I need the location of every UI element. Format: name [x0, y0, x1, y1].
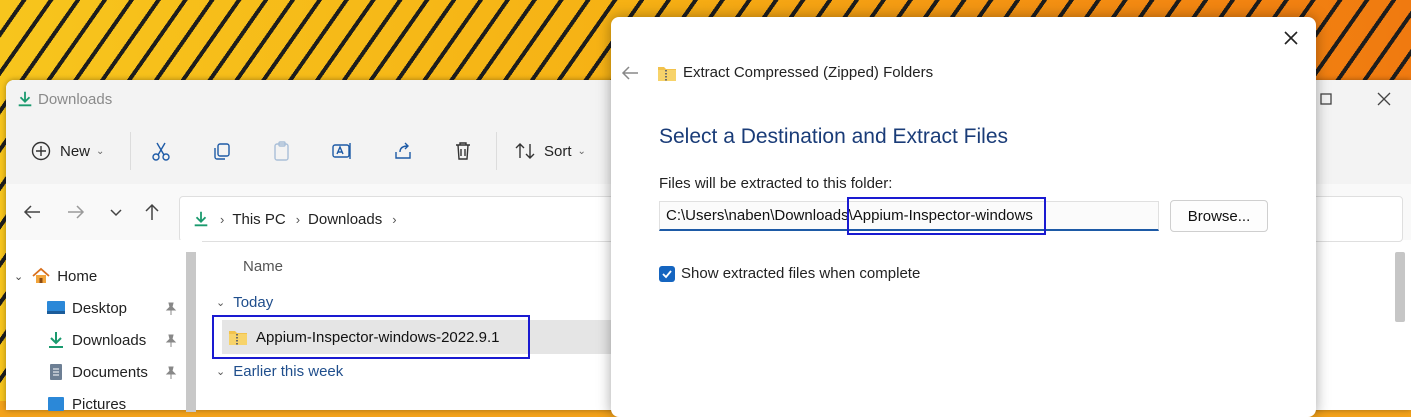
chevron-down-icon: ⌄ — [577, 145, 586, 157]
sort-icon — [515, 143, 535, 159]
breadcrumb-chevron-icon: › — [220, 211, 225, 227]
recent-locations-chevron-icon[interactable] — [104, 200, 128, 224]
pin-icon — [165, 302, 177, 315]
rename-icon — [332, 143, 351, 159]
dialog-heading: Select a Destination and Extract Files — [659, 125, 1009, 148]
checkbox-label: Show extracted files when complete — [681, 265, 921, 282]
group-header-earlier-this-week[interactable]: ⌄ Earlier this week — [216, 363, 343, 380]
copy-button[interactable] — [211, 136, 233, 166]
browse-button[interactable]: Browse... — [1170, 200, 1268, 232]
sidebar-item-downloads[interactable]: Downloads — [46, 327, 146, 353]
file-list-scrollbar[interactable] — [1395, 252, 1405, 322]
navigation-pane: ⌄ Home Desktop Downloads Documents Pictu… — [6, 240, 202, 413]
back-arrow-icon[interactable] — [20, 200, 44, 224]
rename-button[interactable] — [331, 136, 353, 166]
group-label: Today — [233, 294, 274, 311]
chevron-down-icon: ⌄ — [96, 145, 105, 157]
home-icon — [32, 267, 50, 283]
navigation-pane-scrollbar[interactable] — [186, 252, 196, 412]
share-icon — [395, 142, 411, 159]
clipboard-icon — [274, 141, 289, 161]
sidebar-item-label: Downloads — [72, 331, 147, 349]
zip-folder-icon — [658, 67, 676, 81]
sidebar-item-label: Documents — [72, 363, 148, 381]
annotation-highlight-folder-name — [847, 197, 1046, 235]
destination-label: Files will be extracted to this folder: — [659, 175, 893, 192]
chevron-down-icon: ⌄ — [14, 270, 24, 283]
close-icon[interactable] — [1371, 86, 1397, 112]
sidebar-item-label: Desktop — [72, 299, 128, 317]
trash-icon — [456, 142, 470, 160]
breadcrumb-chevron-icon: › — [295, 211, 301, 227]
pin-icon — [165, 334, 177, 347]
download-icon — [194, 211, 208, 227]
share-button[interactable] — [392, 136, 414, 166]
sidebar-item-label: Home — [57, 267, 98, 285]
document-icon — [50, 364, 62, 380]
back-arrow-icon[interactable] — [619, 62, 641, 84]
plus-circle-icon — [31, 141, 51, 161]
close-icon[interactable] — [1278, 25, 1304, 51]
up-arrow-icon[interactable] — [140, 200, 164, 224]
checkbox-checked-icon — [659, 265, 675, 282]
sort-button[interactable]: Sort ⌄ — [514, 136, 586, 166]
toolbar-divider — [496, 132, 497, 170]
paste-button[interactable] — [271, 136, 293, 166]
maximize-icon[interactable] — [1313, 86, 1339, 112]
toolbar-divider — [130, 132, 131, 170]
sort-button-label: Sort — [544, 142, 572, 160]
sidebar-item-desktop[interactable]: Desktop — [46, 295, 127, 321]
cut-button[interactable] — [150, 136, 172, 166]
breadcrumb-chevron-icon: › — [392, 211, 397, 227]
annotation-highlight-file — [212, 315, 530, 359]
download-icon — [18, 91, 32, 107]
pictures-icon — [48, 397, 64, 411]
new-button[interactable]: New ⌄ — [30, 136, 104, 166]
sidebar-item-documents[interactable]: Documents — [46, 359, 148, 385]
scissors-icon — [152, 142, 170, 161]
download-icon — [49, 332, 63, 348]
breadcrumb-downloads[interactable]: Downloads — [308, 211, 382, 228]
dialog-title: Extract Compressed (Zipped) Folders — [683, 64, 934, 81]
pin-icon — [165, 366, 177, 379]
show-extracted-files-checkbox[interactable]: Show extracted files when complete — [659, 265, 920, 282]
desktop-icon — [47, 301, 65, 314]
delete-button[interactable] — [452, 136, 474, 166]
group-label: Earlier this week — [233, 363, 344, 380]
window-title: Downloads — [38, 91, 113, 108]
copy-icon — [214, 143, 230, 160]
new-button-label: New — [60, 142, 91, 160]
name-column-header[interactable]: Name — [243, 258, 283, 275]
sidebar-item-pictures[interactable]: Pictures — [46, 391, 126, 417]
forward-arrow-icon[interactable] — [64, 200, 88, 224]
chevron-down-icon: ⌄ — [216, 366, 226, 378]
sidebar-item-label: Pictures — [72, 395, 127, 413]
sidebar-item-home[interactable]: ⌄ Home — [14, 263, 97, 289]
breadcrumb-this-pc[interactable]: This PC — [232, 211, 285, 228]
chevron-down-icon: ⌄ — [216, 297, 226, 309]
group-header-today[interactable]: ⌄ Today — [216, 294, 273, 311]
